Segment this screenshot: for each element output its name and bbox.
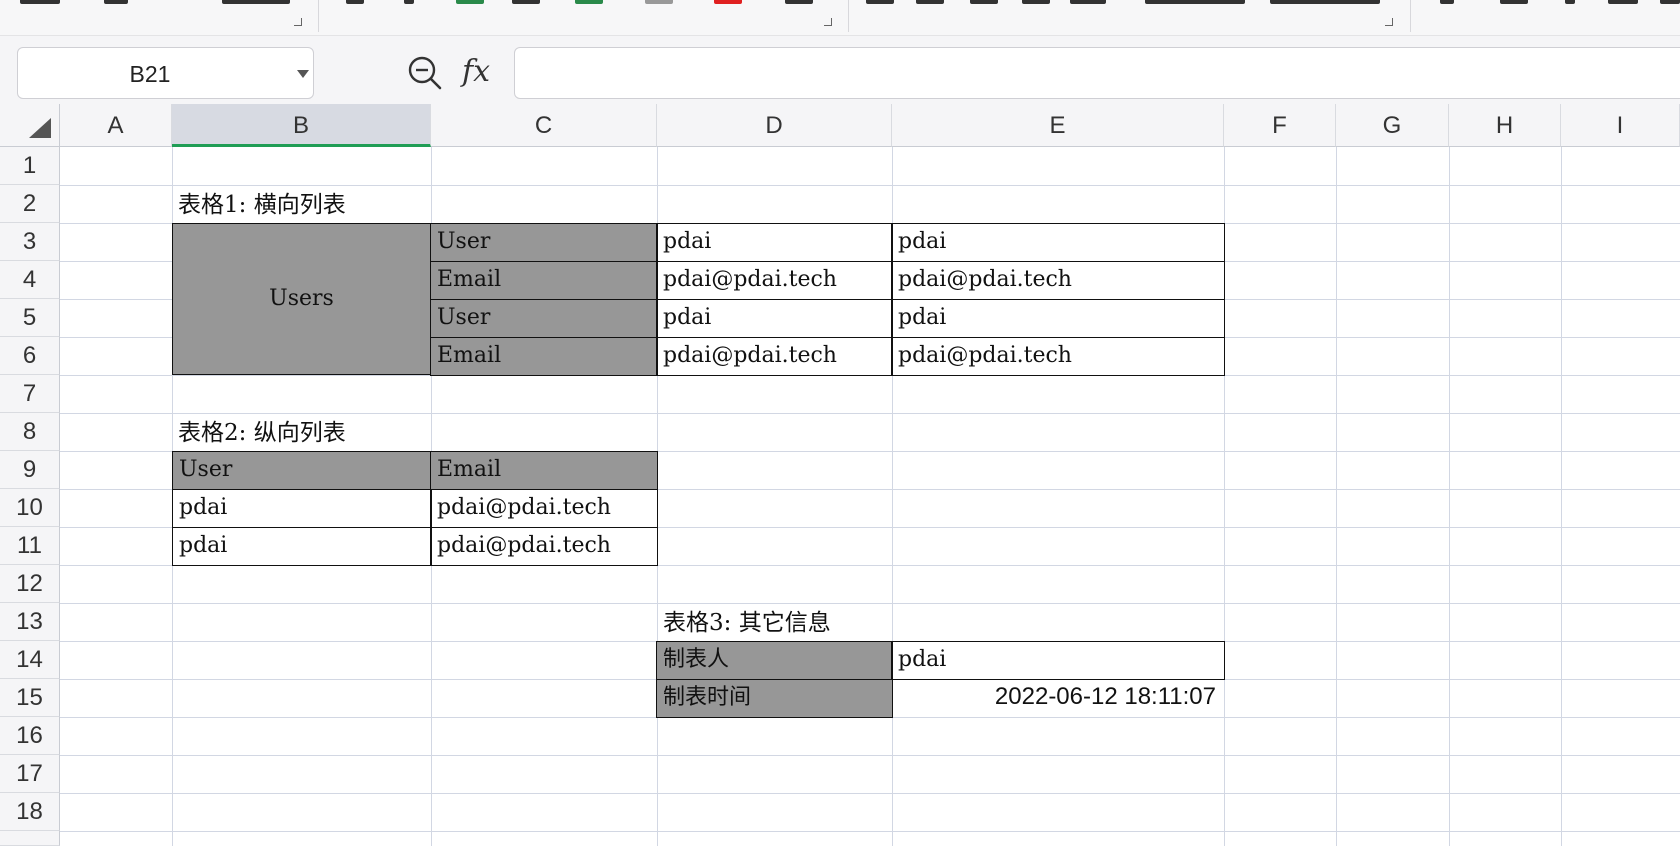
table1-label-cell[interactable]: Email: [430, 261, 658, 300]
name-box-dropdown-icon[interactable]: [297, 70, 309, 78]
table1-value-cell[interactable]: pdai: [656, 223, 893, 262]
table1-value-cell[interactable]: pdai@pdai.tech: [656, 337, 893, 376]
ribbon-paste-icon[interactable]: [20, 0, 60, 4]
row-header-18[interactable]: 18: [0, 793, 60, 831]
column-header-d[interactable]: D: [657, 104, 892, 147]
row-header-13[interactable]: 13: [0, 603, 60, 641]
row-header-12[interactable]: 12: [0, 565, 60, 603]
ribbon-wrap-icon[interactable]: [1270, 0, 1380, 4]
row-header-4[interactable]: 4: [0, 261, 60, 299]
row-header-16[interactable]: 16: [0, 717, 60, 755]
column-header-h[interactable]: H: [1449, 104, 1561, 147]
row-header-2[interactable]: 2: [0, 185, 60, 223]
ribbon-decimal-icon[interactable]: [1608, 0, 1638, 4]
ribbon-group-expand-icon[interactable]: [824, 18, 832, 26]
row-header-3[interactable]: 3: [0, 223, 60, 261]
table1-value-cell[interactable]: pdai@pdai.tech: [891, 337, 1225, 376]
ribbon-format-icon[interactable]: [104, 0, 128, 4]
ribbon-bold-icon[interactable]: [346, 0, 364, 4]
row-header-8[interactable]: 8: [0, 413, 60, 451]
column-header-e[interactable]: E: [892, 104, 1224, 147]
ribbon-font-color-icon[interactable]: [714, 0, 742, 4]
grid-line: [1561, 147, 1562, 846]
table1-label-cell[interactable]: Email: [430, 337, 658, 376]
ribbon-separator: [848, 0, 849, 32]
table2-title[interactable]: 表格2: 纵向列表: [172, 415, 592, 451]
table3-title[interactable]: 表格3: 其它信息: [657, 605, 1077, 641]
column-header-c[interactable]: C: [431, 104, 657, 147]
ribbon-font-icon[interactable]: [222, 0, 290, 4]
table3-label-cell[interactable]: 制表时间: [656, 679, 893, 718]
formula-input[interactable]: [514, 47, 1680, 99]
table2-cell[interactable]: pdai: [172, 527, 432, 566]
table2-header-cell[interactable]: Email: [430, 451, 658, 490]
row-header-9[interactable]: 9: [0, 451, 60, 489]
row-header-17[interactable]: 17: [0, 755, 60, 793]
column-header-f[interactable]: F: [1224, 104, 1336, 147]
table2-cell[interactable]: pdai@pdai.tech: [430, 527, 658, 566]
function-icon[interactable]: fx: [462, 52, 502, 92]
table1-value-cell[interactable]: pdai@pdai.tech: [891, 261, 1225, 300]
ribbon-percent-icon[interactable]: [1500, 0, 1528, 4]
table1-label-cell[interactable]: User: [430, 299, 658, 338]
ribbon-separator: [318, 0, 319, 32]
grid-line: [60, 185, 1680, 186]
table3-label-cell[interactable]: 制表人: [656, 641, 893, 680]
table1-group-cell[interactable]: Users: [172, 223, 431, 375]
column-header-b[interactable]: B: [172, 104, 431, 147]
ribbon-align-left-icon[interactable]: [866, 0, 894, 4]
ribbon-border-icon[interactable]: [512, 0, 540, 4]
table2-cell[interactable]: pdai@pdai.tech: [430, 489, 658, 528]
column-header-g[interactable]: G: [1336, 104, 1449, 147]
row-header-19[interactable]: [0, 831, 60, 846]
table1-value-cell[interactable]: pdai: [891, 223, 1225, 262]
row-header-14[interactable]: 14: [0, 641, 60, 679]
ribbon-justify-icon[interactable]: [1022, 0, 1050, 4]
table2-cell[interactable]: pdai: [172, 489, 432, 528]
table1-value-cell[interactable]: pdai@pdai.tech: [656, 261, 893, 300]
ribbon-align-center-icon[interactable]: [916, 0, 944, 4]
grid-line: [60, 413, 1680, 414]
table3-timestamp-cell[interactable]: 2022-06-12 18:11:07: [892, 679, 1224, 717]
table1-title[interactable]: 表格1: 横向列表: [172, 187, 592, 223]
ribbon-overflow-icon[interactable]: [1660, 0, 1680, 4]
row-header-6[interactable]: 6: [0, 337, 60, 375]
grid-line: [1449, 147, 1450, 846]
row-header-11[interactable]: 11: [0, 527, 60, 565]
grid-line: [60, 831, 1680, 832]
ribbon-more-icon[interactable]: [785, 0, 813, 4]
select-all-icon: [29, 118, 51, 138]
row-header-10[interactable]: 10: [0, 489, 60, 527]
ribbon-underline-icon[interactable]: [456, 0, 484, 4]
grid-line: [60, 755, 1680, 756]
table1-value-cell[interactable]: pdai: [656, 299, 893, 338]
grid-line: [1336, 147, 1337, 846]
row-header-5[interactable]: 5: [0, 299, 60, 337]
ribbon-fill-color-icon[interactable]: [575, 0, 603, 4]
ribbon-align-right-icon[interactable]: [970, 0, 998, 4]
table3-value-cell[interactable]: pdai: [891, 641, 1225, 680]
table1-label-cell[interactable]: User: [430, 223, 658, 262]
ribbon-group-expand-icon[interactable]: [1385, 18, 1393, 26]
ribbon-separator: [1410, 0, 1411, 32]
zoom-out-icon[interactable]: [406, 54, 444, 92]
ribbon-comma-icon[interactable]: [1565, 0, 1575, 4]
ribbon-merge-icon[interactable]: [1145, 0, 1245, 4]
table1-value-cell[interactable]: pdai: [891, 299, 1225, 338]
ribbon-indent-icon[interactable]: [1070, 0, 1106, 4]
grid-line: [60, 793, 1680, 794]
ribbon-italic-icon[interactable]: [404, 0, 414, 4]
name-box-value: B21: [129, 61, 171, 87]
row-header-7[interactable]: 7: [0, 375, 60, 413]
column-header-a[interactable]: A: [60, 104, 172, 147]
column-header-i[interactable]: I: [1561, 104, 1680, 147]
grid-line: [60, 603, 1680, 604]
row-header-15[interactable]: 15: [0, 679, 60, 717]
row-header-1[interactable]: 1: [0, 147, 60, 185]
ribbon-toolbar: [0, 0, 1680, 36]
table2-header-cell[interactable]: User: [172, 451, 432, 490]
ribbon-eraser-icon[interactable]: [645, 0, 673, 4]
ribbon-number-icon[interactable]: [1440, 0, 1454, 4]
ribbon-group-expand-icon[interactable]: [294, 18, 302, 26]
